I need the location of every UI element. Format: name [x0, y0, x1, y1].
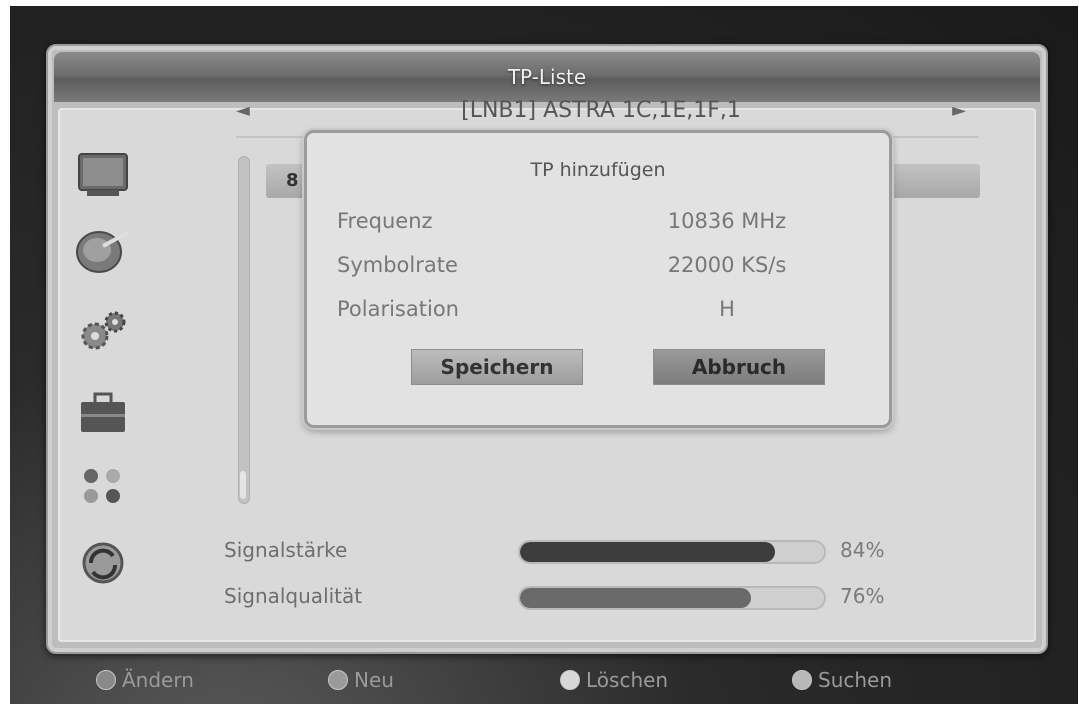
games-icon[interactable]	[73, 460, 133, 510]
blue-button-icon	[792, 670, 812, 690]
tv-icon[interactable]	[73, 150, 133, 200]
signal-quality-label: Signalqualität	[224, 584, 363, 608]
red-button-icon	[96, 670, 116, 690]
footer-delete-label: Löschen	[586, 668, 669, 692]
polarisation-value[interactable]: H	[627, 297, 827, 321]
scrollbar-thumb[interactable]	[240, 471, 246, 499]
polarisation-row[interactable]: Polarisation H	[337, 297, 859, 327]
footer-search-label: Suchen	[818, 668, 893, 692]
frequency-label: Frequenz	[337, 209, 433, 233]
signal-quality-fill	[520, 588, 752, 608]
dialog-title: TP hinzufügen	[530, 159, 666, 181]
signal-quality-percent: 76%	[840, 584, 885, 608]
system-cycle-icon[interactable]	[73, 538, 133, 588]
settings-gears-icon[interactable]	[73, 306, 133, 356]
prev-satellite-arrow-icon[interactable]: ◄	[236, 100, 250, 121]
signal-strength-bar	[518, 540, 826, 564]
list-scrollbar[interactable]	[238, 156, 250, 504]
footer-new-hint[interactable]: Neu	[328, 668, 394, 692]
symbolrate-row[interactable]: Symbolrate 22000 KS/s	[337, 253, 859, 283]
footer-hint-bar: Ändern Neu Löschen Suchen	[10, 658, 1078, 704]
satellite-dish-icon[interactable]	[73, 226, 133, 276]
cancel-button[interactable]: Abbruch	[653, 349, 825, 385]
toolbox-icon[interactable]	[73, 388, 133, 438]
next-satellite-arrow-icon[interactable]: ►	[952, 100, 966, 121]
frequency-value[interactable]: 10836 MHz	[627, 209, 827, 233]
signal-quality-bar	[518, 586, 826, 610]
window-title: TP-Liste	[507, 65, 587, 89]
satellite-selector[interactable]: ◄ [LNB1] ASTRA 1C,1E,1F,1 ►	[236, 90, 966, 130]
footer-delete-hint[interactable]: Löschen	[560, 668, 668, 692]
frequency-row[interactable]: Frequenz 10836 MHz	[337, 209, 859, 239]
signal-strength-percent: 84%	[840, 538, 885, 562]
footer-edit-hint[interactable]: Ändern	[96, 668, 194, 692]
save-button[interactable]: Speichern	[411, 349, 583, 385]
polarisation-label: Polarisation	[337, 297, 459, 321]
signal-strength-fill	[520, 542, 776, 562]
symbolrate-value[interactable]: 22000 KS/s	[627, 253, 827, 277]
footer-search-hint[interactable]: Suchen	[792, 668, 892, 692]
footer-edit-label: Ändern	[122, 668, 194, 692]
yellow-button-icon	[560, 670, 580, 690]
footer-new-label: Neu	[354, 668, 394, 692]
green-button-icon	[328, 670, 348, 690]
tv-screen: TP-Liste ◄ [LNB1] ASTRA 1C,1E,1F,1 ► 8 T…	[10, 6, 1078, 704]
signal-strength-label: Signalstärke	[224, 538, 348, 562]
satellite-name: [LNB1] ASTRA 1C,1E,1F,1	[461, 97, 741, 123]
symbolrate-label: Symbolrate	[337, 253, 458, 277]
list-row-text: 8	[286, 170, 299, 191]
add-tp-dialog: TP hinzufügen Frequenz 10836 MHz Symbolr…	[304, 130, 892, 428]
